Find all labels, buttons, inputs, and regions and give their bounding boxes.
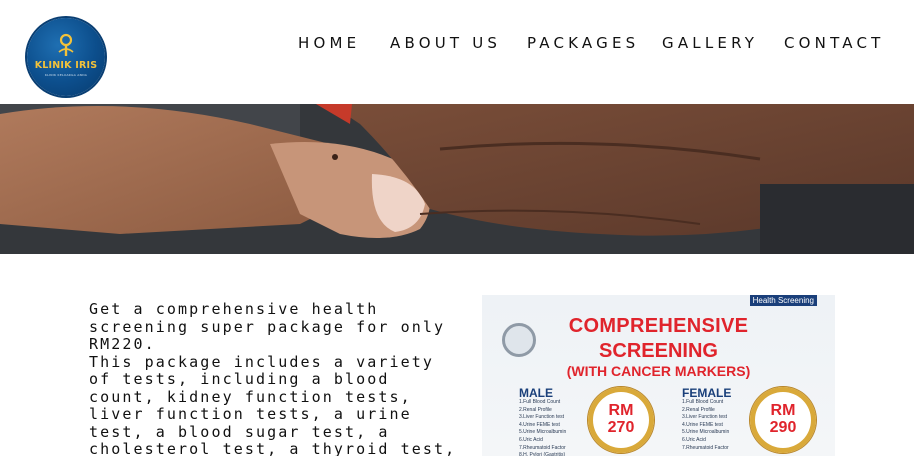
male-heading: MALE: [519, 386, 553, 400]
male-test-list: 1.Full Blood Count 2.Renal Profile 3.Liv…: [519, 399, 567, 456]
female-heading: FEMALE: [682, 386, 732, 400]
female-price-amount: 290: [769, 419, 797, 436]
male-price-amount: 270: [607, 419, 635, 436]
female-price-badge: RM 290: [750, 387, 816, 453]
klinik-iris-logo[interactable]: KLINIK IRIS KLINIK KELUARGA ANDA: [27, 18, 105, 96]
package-details-text: This package includes a variety of tests…: [89, 352, 457, 456]
logo-wordmark: KLINIK IRIS: [34, 60, 98, 71]
nav-item-home[interactable]: HOME: [298, 34, 360, 52]
clasped-hands-photo: [0, 104, 914, 254]
main-navigation: HOME ABOUT US PACKAGES GALLERY CONTACT: [0, 34, 914, 54]
package-description: Get a comprehensive health screening sup…: [89, 300, 464, 456]
package-intro-text: Get a comprehensive health screening sup…: [89, 300, 446, 353]
male-price-currency: RM: [608, 402, 634, 419]
female-price-currency: RM: [770, 402, 796, 419]
nav-item-gallery[interactable]: GALLERY: [662, 34, 758, 52]
site-header: KLINIK IRIS KLINIK KELUARGA ANDA HOME AB…: [0, 0, 914, 104]
nav-item-about-us[interactable]: ABOUT US: [390, 34, 501, 52]
nav-item-packages[interactable]: PACKAGES: [527, 34, 639, 52]
poster-title-line3: (WITH CANCER MARKERS): [566, 363, 751, 379]
female-test-list: 1.Full Blood Count 2.Renal Profile 3.Liv…: [682, 399, 730, 451]
comprehensive-screening-poster[interactable]: Health Screening COMPREHENSIVE SCREENING…: [482, 295, 835, 456]
male-price-badge: RM 270: [588, 387, 654, 453]
poster-title-line2: SCREENING: [599, 340, 718, 362]
hero-banner-image: [0, 104, 914, 254]
poster-title-line1: COMPREHENSIVE: [568, 315, 749, 337]
nav-item-contact[interactable]: CONTACT: [784, 34, 885, 52]
logo-tagline: KLINIK KELUARGA ANDA: [44, 73, 88, 77]
health-screening-badge: Health Screening: [749, 295, 817, 306]
